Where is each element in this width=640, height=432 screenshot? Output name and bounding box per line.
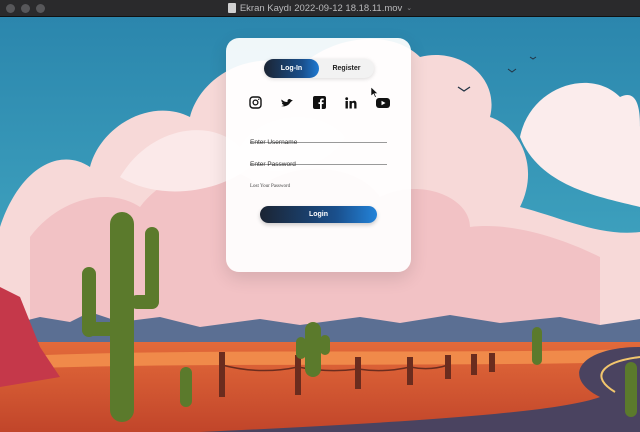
zoom-window-button[interactable] <box>36 4 45 13</box>
instagram-icon[interactable] <box>248 95 263 110</box>
twitter-icon[interactable] <box>280 95 295 110</box>
tab-register[interactable]: Register <box>319 59 374 78</box>
window-title: Ekran Kaydı 2022-09-12 18.18.11.mov <box>239 2 403 14</box>
login-button[interactable]: Login <box>260 206 377 223</box>
close-window-button[interactable] <box>6 4 15 13</box>
window-controls <box>6 4 45 13</box>
username-input[interactable] <box>250 139 387 146</box>
password-field <box>250 153 387 168</box>
window-title-group[interactable]: Ekran Kaydı 2022-09-12 18.18.11.mov ⌄ <box>227 2 413 14</box>
lost-password-link[interactable]: Lost Your Password <box>250 184 290 189</box>
youtube-icon[interactable] <box>375 95 390 110</box>
minimize-window-button[interactable] <box>21 4 30 13</box>
tab-login[interactable]: Log-In <box>264 59 319 78</box>
social-icons-row <box>248 95 390 110</box>
username-field <box>250 131 387 146</box>
chevron-down-icon: ⌄ <box>406 5 413 12</box>
linkedin-icon[interactable] <box>343 95 358 110</box>
facebook-icon[interactable] <box>312 95 327 110</box>
auth-tabs: Log-In Register <box>264 59 379 98</box>
document-icon <box>227 3 236 13</box>
password-input[interactable] <box>250 161 387 168</box>
window-titlebar: Ekran Kaydı 2022-09-12 18.18.11.mov ⌄ <box>0 0 640 17</box>
login-card: Log-In Register Lost Your Password Login <box>226 38 411 272</box>
